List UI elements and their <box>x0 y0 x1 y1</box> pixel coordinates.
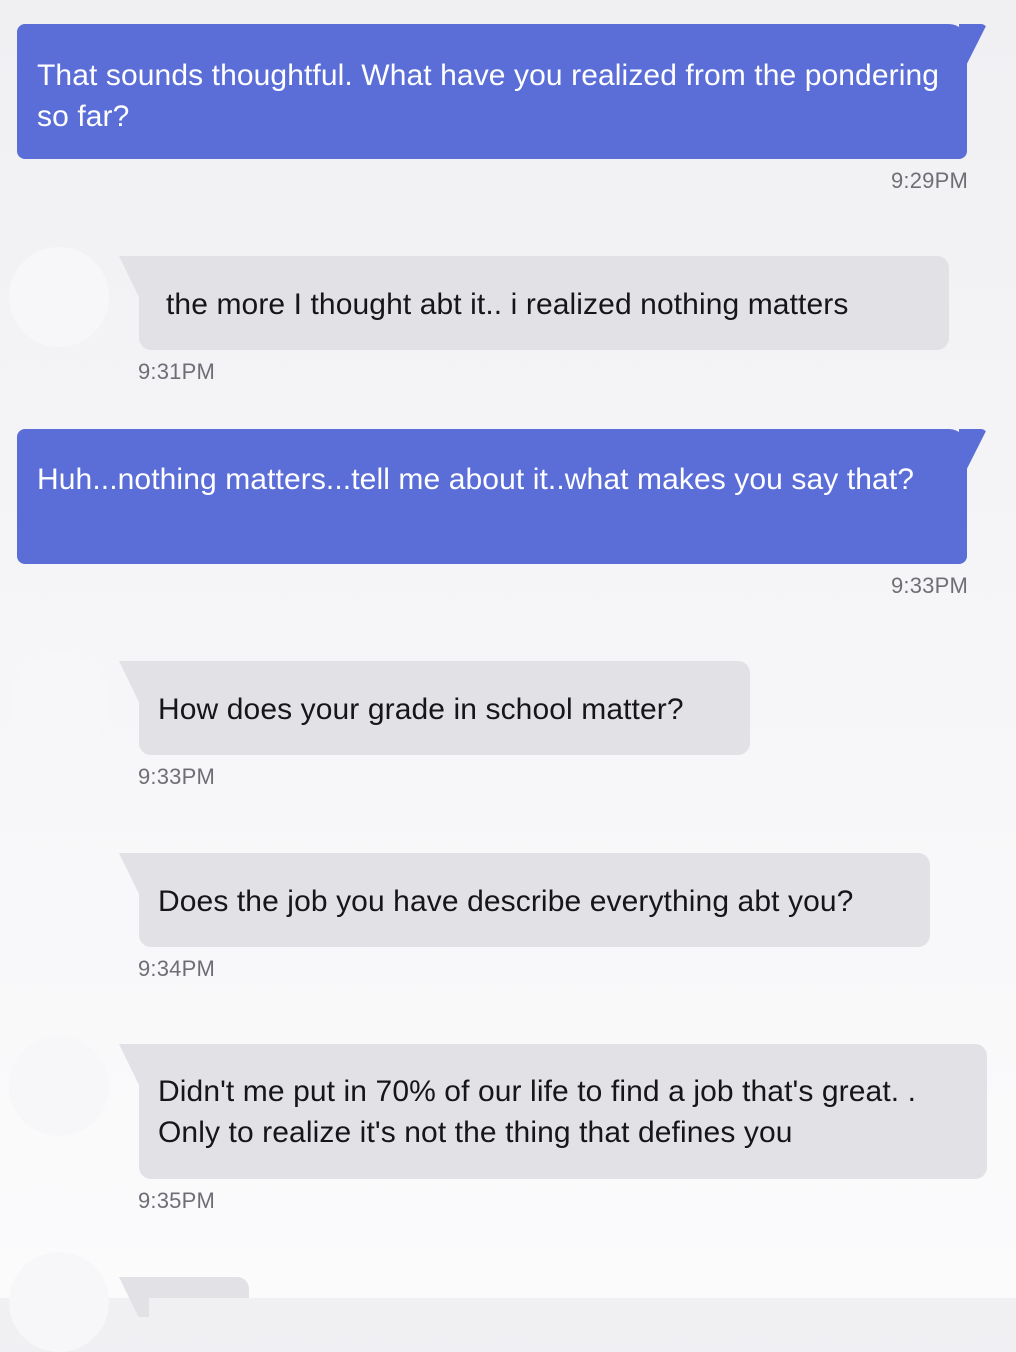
received-message-bubble[interactable]: How does your grade in school matter? <box>139 661 750 755</box>
received-message-bubble[interactable] <box>139 1277 249 1298</box>
message-text: Does the job you have describe everythin… <box>158 885 854 918</box>
message-text: Huh...nothing matters...tell me about it… <box>37 463 915 496</box>
sent-message-bubble[interactable]: That sounds thoughtful. What have you re… <box>17 24 967 159</box>
message-timestamp: 9:31PM <box>138 359 216 384</box>
message-timestamp: 9:29PM <box>890 168 968 193</box>
message-timestamp: 9:35PM <box>138 1188 216 1213</box>
received-message-bubble[interactable]: the more I thought abt it.. i realized n… <box>139 256 949 350</box>
message-text: That sounds thoughtful. What have you re… <box>37 59 940 133</box>
message-timestamp: 9:34PM <box>138 956 216 981</box>
message-text: How does your grade in school matter? <box>158 693 684 726</box>
message-text: the more I thought abt it.. i realized n… <box>166 288 849 321</box>
avatar <box>9 1036 109 1136</box>
received-message-bubble[interactable]: Does the job you have describe everythin… <box>139 853 930 947</box>
avatar <box>9 247 109 347</box>
message-timestamp: 9:33PM <box>138 764 216 789</box>
received-message-bubble[interactable]: Didn't me put in 70% of our life to find… <box>139 1044 987 1179</box>
message-timestamp: 9:33PM <box>890 573 968 598</box>
message-text: Didn't me put in 70% of our life to find… <box>158 1075 917 1149</box>
avatar <box>9 1252 109 1352</box>
avatar <box>10 652 110 752</box>
sent-message-bubble[interactable]: Huh...nothing matters...tell me about it… <box>17 429 967 564</box>
chat-conversation: That sounds thoughtful. What have you re… <box>0 0 1016 1352</box>
